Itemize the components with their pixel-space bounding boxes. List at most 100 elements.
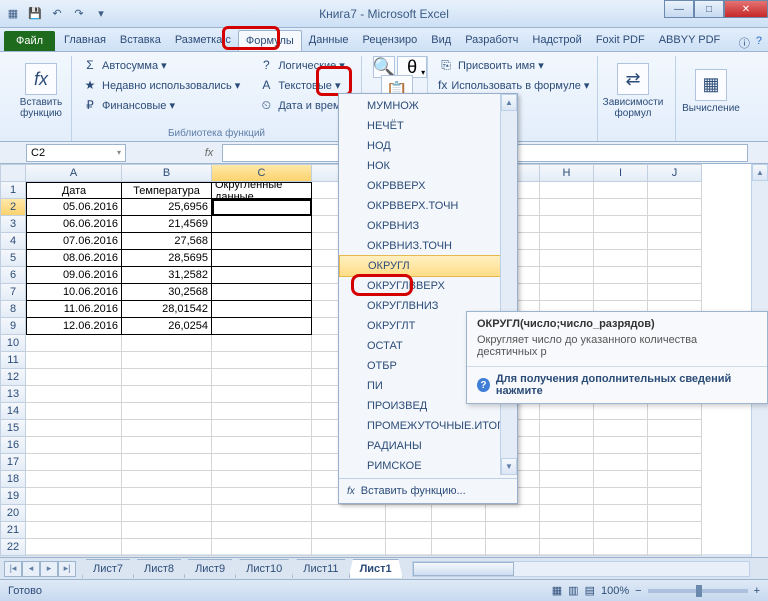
cell-J20[interactable] xyxy=(648,505,702,522)
cell-B8[interactable]: 28,01542 xyxy=(122,301,212,318)
col-header-A[interactable]: A xyxy=(26,164,122,182)
cell-H21[interactable] xyxy=(540,522,594,539)
func-item-МУМНОЖ[interactable]: МУМНОЖ xyxy=(339,96,517,116)
col-header-C[interactable]: C xyxy=(212,164,312,182)
view-layout-icon[interactable]: ▥ xyxy=(568,584,578,597)
cell-B9[interactable]: 26,0254 xyxy=(122,318,212,335)
cell-F21[interactable] xyxy=(432,522,486,539)
cell-A1[interactable]: Дата xyxy=(26,182,122,199)
col-header-B[interactable]: B xyxy=(122,164,212,182)
cell-I3[interactable] xyxy=(594,216,648,233)
view-normal-icon[interactable]: ▦ xyxy=(552,584,562,597)
names-group-1[interactable]: fxИспользовать в формуле ▾ xyxy=(434,76,591,94)
cell-C4[interactable] xyxy=(212,233,312,250)
horizontal-scrollbar[interactable] xyxy=(412,561,750,577)
cell-B10[interactable] xyxy=(122,335,212,352)
tab-данные[interactable]: Данные xyxy=(302,30,356,51)
cell-I22[interactable] xyxy=(594,539,648,556)
row-header-2[interactable]: 2 xyxy=(0,199,26,216)
tab-разметка с[interactable]: Разметка с xyxy=(168,30,238,51)
cell-C11[interactable] xyxy=(212,352,312,369)
zoom-slider[interactable] xyxy=(648,589,748,593)
cell-A21[interactable] xyxy=(26,522,122,539)
row-header-16[interactable]: 16 xyxy=(0,437,26,454)
sheet-last-icon[interactable]: ▸| xyxy=(58,561,76,577)
redo-icon[interactable]: ↷ xyxy=(70,5,88,23)
cell-C13[interactable] xyxy=(212,386,312,403)
cell-C12[interactable] xyxy=(212,369,312,386)
cell-A6[interactable]: 09.06.2016 xyxy=(26,267,122,284)
formula-auditing-button[interactable]: ⇄ Зависимости формул xyxy=(604,56,662,126)
cell-A18[interactable] xyxy=(26,471,122,488)
cell-B21[interactable] xyxy=(122,522,212,539)
col-header-J[interactable]: J xyxy=(648,164,702,182)
cell-B12[interactable] xyxy=(122,369,212,386)
cell-J21[interactable] xyxy=(648,522,702,539)
cell-J19[interactable] xyxy=(648,488,702,505)
cell-I16[interactable] xyxy=(594,437,648,454)
cell-B15[interactable] xyxy=(122,420,212,437)
cell-H5[interactable] xyxy=(540,250,594,267)
cell-H22[interactable] xyxy=(540,539,594,556)
cell-B18[interactable] xyxy=(122,471,212,488)
cell-I19[interactable] xyxy=(594,488,648,505)
cell-B11[interactable] xyxy=(122,352,212,369)
row-header-7[interactable]: 7 xyxy=(0,284,26,301)
cell-B17[interactable] xyxy=(122,454,212,471)
row-header-15[interactable]: 15 xyxy=(0,420,26,437)
cell-B14[interactable] xyxy=(122,403,212,420)
cell-J22[interactable] xyxy=(648,539,702,556)
func-item-ОКРВНИЗ.ТОЧН[interactable]: ОКРВНИЗ.ТОЧН xyxy=(339,236,517,256)
sheet-next-icon[interactable]: ▸ xyxy=(40,561,58,577)
cell-C18[interactable] xyxy=(212,471,312,488)
row-header-12[interactable]: 12 xyxy=(0,369,26,386)
menu-scroll-up-icon[interactable]: ▲ xyxy=(501,94,517,111)
func-item-РАДИАНЫ[interactable]: РАДИАНЫ xyxy=(339,436,517,456)
tooltip-help[interactable]: ? Для получения дополнительных сведений … xyxy=(467,366,767,403)
cell-F20[interactable] xyxy=(432,505,486,522)
cell-H4[interactable] xyxy=(540,233,594,250)
save-icon[interactable]: 💾 xyxy=(26,5,44,23)
select-all-corner[interactable] xyxy=(0,164,26,182)
tab-главная[interactable]: Главная xyxy=(57,30,113,51)
sheet-tab-Лист7[interactable]: Лист7 xyxy=(82,559,134,578)
func-item-ОКРВНИЗ[interactable]: ОКРВНИЗ xyxy=(339,216,517,236)
zoom-level[interactable]: 100% xyxy=(601,585,629,597)
cell-E22[interactable] xyxy=(386,539,432,556)
cell-A3[interactable]: 06.06.2016 xyxy=(26,216,122,233)
cell-D22[interactable] xyxy=(312,539,386,556)
maximize-button[interactable]: □ xyxy=(694,0,724,18)
row-header-21[interactable]: 21 xyxy=(0,522,26,539)
cell-I21[interactable] xyxy=(594,522,648,539)
cell-H2[interactable] xyxy=(540,199,594,216)
cell-B7[interactable]: 30,2568 xyxy=(122,284,212,301)
row-header-9[interactable]: 9 xyxy=(0,318,26,335)
undo-icon[interactable]: ↶ xyxy=(48,5,66,23)
view-break-icon[interactable]: ▤ xyxy=(585,584,595,597)
cell-A22[interactable] xyxy=(26,539,122,556)
cell-J1[interactable] xyxy=(648,182,702,199)
tab-abbyy pdf[interactable]: ABBYY PDF xyxy=(652,30,728,51)
cell-A19[interactable] xyxy=(26,488,122,505)
calculation-button[interactable]: ▦ Вычисление xyxy=(682,56,740,126)
cell-B22[interactable] xyxy=(122,539,212,556)
menu-scroll-down-icon[interactable]: ▼ xyxy=(501,458,517,475)
cell-A16[interactable] xyxy=(26,437,122,454)
cell-H1[interactable] xyxy=(540,182,594,199)
autosum-group-0[interactable]: ΣАвтосумма ▾ xyxy=(78,56,244,74)
cell-B13[interactable] xyxy=(122,386,212,403)
cell-C14[interactable] xyxy=(212,403,312,420)
cell-E21[interactable] xyxy=(386,522,432,539)
autosum-group-1[interactable]: ★Недавно использовались ▾ xyxy=(78,76,244,94)
row-header-22[interactable]: 22 xyxy=(0,539,26,556)
close-button[interactable]: ✕ xyxy=(724,0,768,18)
cell-J15[interactable] xyxy=(648,420,702,437)
cell-H17[interactable] xyxy=(540,454,594,471)
tab-file[interactable]: Файл xyxy=(4,31,55,51)
cell-I20[interactable] xyxy=(594,505,648,522)
logical-group-0[interactable]: ?Логические ▾ xyxy=(254,56,359,74)
cell-J16[interactable] xyxy=(648,437,702,454)
row-header-8[interactable]: 8 xyxy=(0,301,26,318)
tab-рецензиро[interactable]: Рецензиро xyxy=(356,30,425,51)
cell-C19[interactable] xyxy=(212,488,312,505)
